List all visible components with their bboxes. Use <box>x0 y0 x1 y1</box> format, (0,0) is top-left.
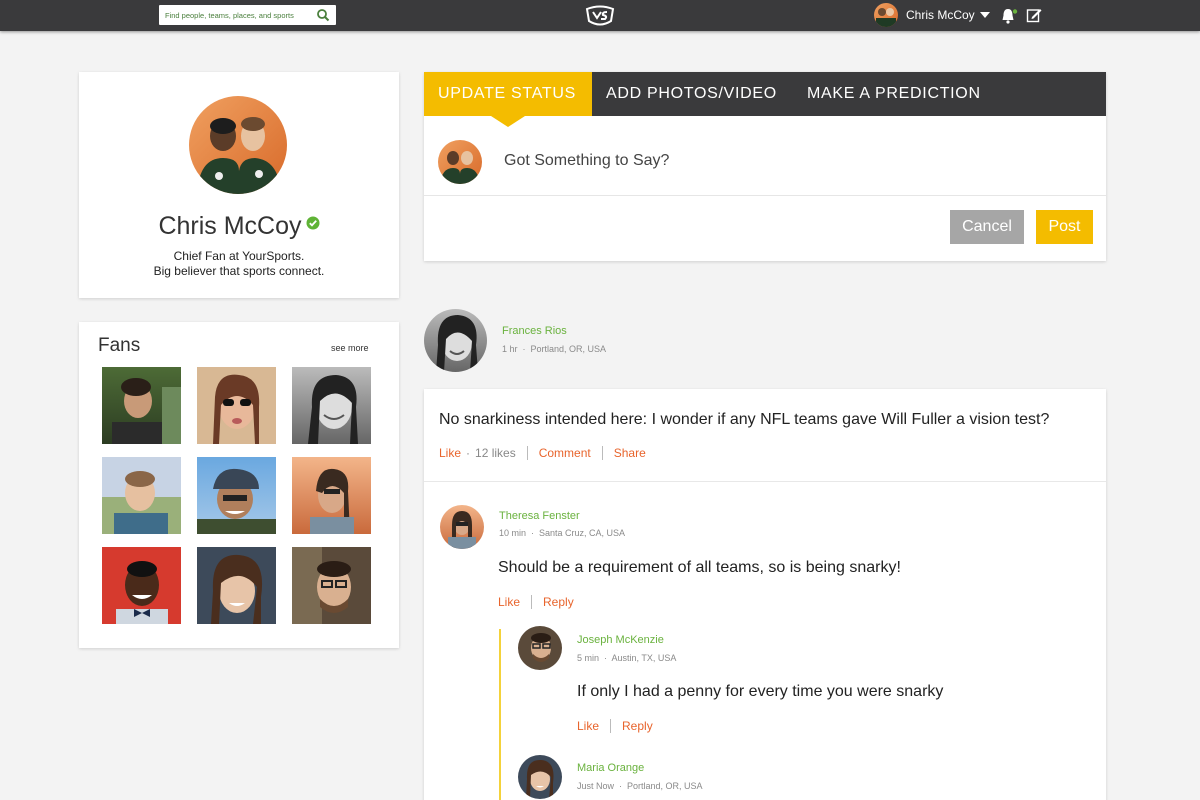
reply-link[interactable]: Reply <box>622 719 653 733</box>
search-icon[interactable] <box>316 8 330 22</box>
divider <box>610 719 612 733</box>
search-box <box>159 5 336 26</box>
comment-author-avatar[interactable] <box>440 505 484 549</box>
profile-name: Chris McCoy <box>158 212 302 240</box>
status-input[interactable] <box>504 152 1064 170</box>
search-input[interactable] <box>159 5 309 26</box>
comment-link[interactable]: Comment <box>539 446 591 460</box>
fans-grid <box>102 367 371 624</box>
divider <box>526 446 528 460</box>
profile-name-row: Chris McCoy <box>79 212 399 241</box>
reply-author-avatar[interactable] <box>518 755 562 799</box>
fan-photo[interactable] <box>197 457 276 534</box>
reply-author-name[interactable]: Joseph McKenzie <box>577 634 664 646</box>
fan-photo[interactable] <box>292 547 371 624</box>
comment-time: 10 min <box>499 528 527 538</box>
reply-time: Just Now <box>577 781 615 791</box>
tab-make-a-prediction[interactable]: MAKE A PREDICTION <box>793 72 995 116</box>
likes-count[interactable]: 12 likes <box>475 446 516 460</box>
comment-text: Should be a requirement of all teams, so… <box>498 559 901 576</box>
verified-check-icon <box>306 216 320 230</box>
meta-separator-dot: · <box>601 653 612 663</box>
reply-time: 5 min <box>577 653 600 663</box>
reply-actions: Like Reply <box>577 719 653 733</box>
reply-meta: 5 min · Austin, TX, USA <box>577 653 676 663</box>
cancel-button[interactable]: Cancel <box>950 210 1024 244</box>
tab-update-status[interactable]: UPDATE STATUS <box>424 72 592 127</box>
user-name: Chris McCoy <box>906 8 975 22</box>
yoursports-logo[interactable] <box>584 4 616 28</box>
user-avatar <box>874 3 898 27</box>
reply-location: Austin, TX, USA <box>611 653 677 663</box>
meta-separator-dot: · <box>616 781 628 791</box>
comment-location: Santa Cruz, CA, USA <box>539 528 626 538</box>
comment-meta: 10 min · Santa Cruz, CA, USA <box>499 528 625 538</box>
comment-actions: Like Reply <box>498 595 574 609</box>
post-author-avatar[interactable] <box>424 309 487 372</box>
fans-card: Fans see more <box>79 322 399 648</box>
status-composer: UPDATE STATUS ADD PHOTOS/VIDEO MAKE A PR… <box>424 72 1106 261</box>
post-author-name[interactable]: Frances Rios <box>502 325 567 337</box>
post-meta: 1 hr · Portland, OR, USA <box>502 344 606 354</box>
fan-photo[interactable] <box>197 547 276 624</box>
notifications-bell-icon[interactable] <box>1000 7 1018 25</box>
post-button[interactable]: Post <box>1036 210 1093 244</box>
chevron-down-icon <box>979 12 990 18</box>
post-card: No snarkiness intended here: I wonder if… <box>424 389 1106 800</box>
like-link[interactable]: Like <box>577 719 599 733</box>
divider <box>424 481 1106 482</box>
user-menu[interactable]: Chris McCoy <box>874 3 990 27</box>
divider <box>424 195 1106 196</box>
divider <box>531 595 533 609</box>
composer-avatar <box>438 140 482 184</box>
post-time: 1 hr <box>502 344 518 354</box>
fan-photo[interactable] <box>292 457 371 534</box>
comment-author-name[interactable]: Theresa Fenster <box>499 510 580 522</box>
profile-bio: Chief Fan at YourSports. Big believer th… <box>79 249 399 279</box>
profile-avatar[interactable] <box>189 96 287 194</box>
reply-link[interactable]: Reply <box>543 595 574 609</box>
top-bar: Chris McCoy <box>0 0 1200 31</box>
reply-location: Portland, OR, USA <box>627 781 703 791</box>
meta-separator-dot: · <box>528 528 540 538</box>
fan-photo[interactable] <box>197 367 276 444</box>
fan-photo[interactable] <box>292 367 371 444</box>
divider <box>601 446 603 460</box>
like-link[interactable]: Like <box>498 595 520 609</box>
post-location: Portland, OR, USA <box>530 344 607 354</box>
reply-author-avatar[interactable] <box>518 626 562 670</box>
profile-bio-line: Chief Fan at YourSports. <box>173 249 305 263</box>
share-link[interactable]: Share <box>614 446 646 460</box>
composer-tabs: UPDATE STATUS ADD PHOTOS/VIDEO MAKE A PR… <box>424 72 1106 127</box>
post-text: No snarkiness intended here: I wonder if… <box>439 411 1050 428</box>
compose-edit-icon[interactable] <box>1026 7 1042 23</box>
reply-thread-line <box>499 629 501 800</box>
meta-separator-dot: · <box>466 446 471 460</box>
reply-author-name[interactable]: Maria Orange <box>577 762 644 774</box>
fan-photo[interactable] <box>102 547 181 624</box>
like-link[interactable]: Like <box>439 446 461 460</box>
fan-photo[interactable] <box>102 367 181 444</box>
fans-title: Fans <box>98 335 141 356</box>
profile-card: Chris McCoy Chief Fan at YourSports. Big… <box>79 72 399 298</box>
reply-text: If only I had a penny for every time you… <box>577 683 944 700</box>
tab-add-photos-video[interactable]: ADD PHOTOS/VIDEO <box>592 72 793 116</box>
profile-bio-line: Big believer that sports connect. <box>153 264 325 278</box>
reply-meta: Just Now · Portland, OR, USA <box>577 781 703 791</box>
post-actions: Like · 12 likes Comment Share <box>439 446 646 460</box>
fan-photo[interactable] <box>102 457 181 534</box>
see-more-link[interactable]: see more <box>331 343 369 353</box>
meta-separator-dot: · <box>520 344 531 354</box>
